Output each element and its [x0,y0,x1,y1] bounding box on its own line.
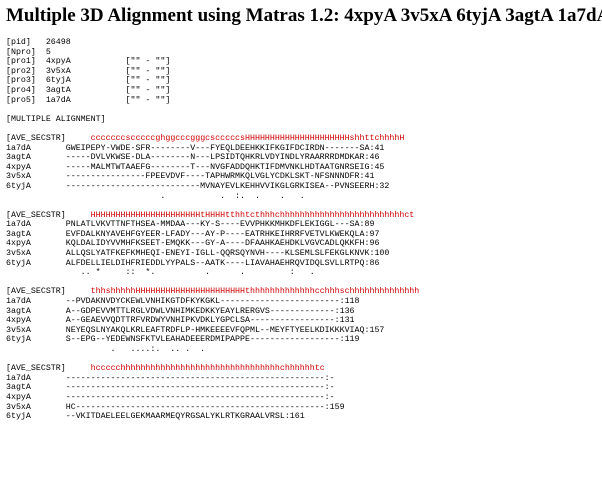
line-text: [Npro] 5 [6,47,51,57]
alignment-line: 1a7dA GWEIPEPY-VWDE-SFR--------V---FYEQL… [6,144,419,154]
line-text: [pro2] 3v5xA ["" - ""] [6,66,171,76]
line-text: [pro3] 6tyjA ["" - ""] [6,76,171,86]
alignment-line [6,124,419,134]
alignment-line: 4xpyA -----MALMTWTAAEFG--------T---NVGFA… [6,163,419,173]
alignment-line: 3v5xA HC--------------------------------… [6,403,419,413]
line-text: 3v5xA NEYEQSLNYAKQLKRLEAFTRDFLP-HMKEEEEV… [6,325,385,335]
alignment-line: 6tyjA ---------------------------MVNAYEV… [6,182,419,192]
line-text: 3v5xA HC--------------------------------… [6,402,345,412]
line-text: 4xpyA A--GEAEVVQDTTRFVRDWYVNHIPKVDKLYGPC… [6,316,355,326]
line-text: 3v5xA ----------------FPEEVDVF----TAPHWR… [6,172,375,182]
secstr-line: [AVE_SECSTR] hccccchhhhhhhhhhhhhhhhhhhhh… [6,364,419,374]
alignment-line: . . :. . . . [6,192,419,202]
line-text: 4xpyA -----MALMTWTAAEFG--------T---NVGFA… [6,162,385,172]
alignment-text-block: [pid] 26498 [Npro] 5 [pro1] 4xpyA ["" - ""… [6,38,419,422]
alignment-line: 3agtA ----------------------------------… [6,383,419,393]
alignment-line: .. * :: *. . . : . [6,268,419,278]
line-text: [MULTIPLE ALIGNMENT] [6,114,106,124]
alignment-line [6,278,419,288]
line-text: [pro4] 3agtA ["" - ""] [6,85,171,95]
line-text: [pro5] 1a7dA ["" - ""] [6,95,171,105]
line-text: 4xpyA KQLDALIDYVVMHFKSEET-EMQKK---GY-A--… [6,239,380,249]
line-text: 3agtA EVFDALKNYAVEHFGYEER-LFADY---AY-P--… [6,229,380,239]
line-text: .. * :: *. . . : . [6,268,315,278]
alignment-line: 3agtA -----DVLVKWSE-DLA--------N---LPSID… [6,153,419,163]
alignment-line [6,355,419,365]
secondary-structure-string: cccccccscccccghggcccgggcscccccsHHHHHHHHH… [90,133,405,143]
page-title: Multiple 3D Alignment using Matras 1.2: … [6,5,602,26]
alignment-line: [MULTIPLE ALIGNMENT] [6,115,419,125]
secstr-line: [AVE_SECSTR] HHHHHHHHHHHHHHHHHHHHHHtHHHH… [6,211,419,221]
line-text: 6tyjA ---------------------------MVNAYEV… [6,181,390,191]
line-text: 3v5xA ALLQSLYATFKEFKMHEQI-ENEYI-IGLL-QQR… [6,249,390,259]
secstr-line: [AVE_SECSTR] thhshhhhhHHHHHHHHHHHHHHHHHH… [6,287,419,297]
line-text: 3agtA -----DVLVKWSE-DLA--------N---LPSID… [6,153,380,163]
alignment-line: [Npro] 5 [6,48,419,58]
alignment-line: 3v5xA ----------------FPEEVDVF----TAPHWR… [6,172,419,182]
line-text: [AVE_SECSTR] [6,287,66,297]
line-text: 6tyjA ALFDELLIELDIHFRIEDDLYYPALS--AATK--… [6,258,380,268]
alignment-line: 1a7dA --PVDAKNVDYCKEWLVNHIKGTDFKYKGKL---… [6,297,419,307]
secondary-structure-string: HHHHHHHHHHHHHHHHHHHHHHtHHHHtthhtcthhhchh… [90,210,415,220]
alignment-line: 6tyjA --VKITDAELEELGEKMAARMEQYRGSALYKLRT… [6,412,419,422]
alignment-line: 6tyjA ALFDELLIELDIHFRIEDDLYYPALS--AATK--… [6,259,419,269]
alignment-line: [pro4] 3agtA ["" - ""] [6,86,419,96]
alignment-line: 3agtA EVFDALKNYAVEHFGYEER-LFADY---AY-P--… [6,230,419,240]
line-text: [pro1] 4xpyA ["" - ""] [6,57,171,67]
line-text: 3agtA ----------------------------------… [6,383,335,393]
line-text: . . :. . . . [6,191,305,201]
secstr-line: [AVE_SECSTR] cccccccscccccghggcccgggcscc… [6,134,419,144]
line-text: [AVE_SECSTR] [6,133,66,143]
alignment-line: 3agtA A--GDPEVVMTTLRGLVDWLVNHIMKEDKKYEAY… [6,307,419,317]
line-text: 3agtA A--GDPEVVMTTLRGLVDWLVNHIMKEDKKYEAY… [6,306,355,316]
line-text: 4xpyA ----------------------------------… [6,392,335,402]
line-text: 6tyjA --VKITDAELEELGEKMAARMEQYRGSALYKLRT… [6,412,305,422]
line-text: 1a7dA ----------------------------------… [6,373,335,383]
alignment-line: 6tyjA S--EPG--YEDEWNSFKTVLEAHADEEERDMIPA… [6,335,419,345]
line-text: 1a7dA --PVDAKNVDYCKEWLVNHIKGTDFKYKGKL---… [6,297,360,307]
alignment-line: 1a7dA ----------------------------------… [6,374,419,384]
alignment-line: [pro2] 3v5xA ["" - ""] [6,67,419,77]
alignment-line: 4xpyA ----------------------------------… [6,393,419,403]
alignment-line [6,105,419,115]
alignment-line: 3v5xA ALLQSLYATFKEFKMHEQI-ENEYI-IGLL-QQR… [6,249,419,259]
alignment-line [6,201,419,211]
alignment-line: [pro5] 1a7dA ["" - ""] [6,96,419,106]
alignment-line: 4xpyA A--GEAEVVQDTTRFVRDWYVNHIPKVDKLYGPC… [6,316,419,326]
line-text: 1a7dA PNLATLVKVTTNFTHSEA-MMDAA---KY-S---… [6,220,375,230]
alignment-line: [pid] 26498 [6,38,419,48]
line-text: 1a7dA GWEIPEPY-VWDE-SFR--------V---FYEQL… [6,143,385,153]
alignment-line: 1a7dA PNLATLVKVTTNFTHSEA-MMDAA---KY-S---… [6,220,419,230]
secondary-structure-string: thhshhhhhHHHHHHHHHHHHHHHHHHHHHHthhhhhhhh… [90,287,420,297]
line-text: [AVE_SECSTR] [6,210,66,220]
alignment-line: [pro3] 6tyjA ["" - ""] [6,76,419,86]
line-text: . ....:. .. . . [6,345,206,354]
alignment-line: [pro1] 4xpyA ["" - ""] [6,57,419,67]
line-text: [AVE_SECSTR] [6,364,66,374]
alignment-line: 4xpyA KQLDALIDYVVMHFKSEET-EMQKK---GY-A--… [6,239,419,249]
alignment-line: 3v5xA NEYEQSLNYAKQLKRLEAFTRDFLP-HMKEEEEV… [6,326,419,336]
line-text: 6tyjA S--EPG--YEDEWNSFKTVLEAHADEEERDMIPA… [6,335,360,345]
alignment-line: . ....:. .. . . [6,345,419,355]
line-text: [pid] 26498 [6,38,71,47]
secondary-structure-string: hccccchhhhhhhhhhhhhhhhhhhhhhhhhhhhhhhhch… [90,364,325,374]
